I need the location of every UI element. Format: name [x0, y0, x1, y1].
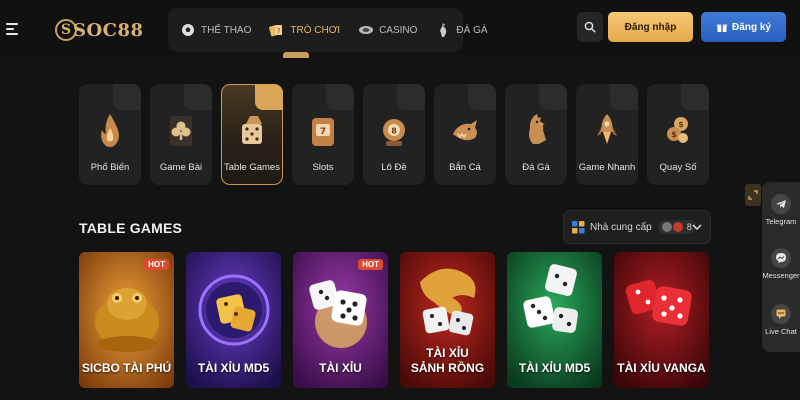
category-label: Table Games: [224, 162, 280, 173]
search-icon: [584, 21, 596, 33]
live-chat-icon: [771, 304, 791, 324]
fire-icon: [101, 114, 119, 147]
rooster-icon: [529, 114, 546, 144]
contact-side-panel: Telegram Messenger Live Chat: [762, 182, 800, 352]
casino-chip-icon: [358, 22, 374, 38]
nav-label: THỂ THAO: [201, 24, 252, 36]
game-title: SICBO TÀI PHÚ: [81, 361, 172, 375]
collapse-side-panel-button[interactable]: [745, 184, 761, 206]
cards-icon: 7: [269, 22, 285, 38]
game-card[interactable]: HOT TÀI XỈU: [293, 252, 388, 388]
provider-grid-icon: [572, 220, 585, 233]
provider-logo-dot: [672, 222, 683, 232]
provider-filter-dropdown[interactable]: Nhà cung cấp 8: [563, 210, 711, 244]
game-title: TÀI XỈU SẢNH RỒNG: [410, 346, 485, 375]
category-pho-bien[interactable]: Phổ Biến: [79, 84, 141, 185]
category-label: Phổ Biến: [90, 162, 130, 173]
category-label: Quay Số: [659, 162, 697, 173]
game-card[interactable]: TÀI XỈU MD5: [186, 252, 281, 388]
chevron-down-icon: [692, 224, 702, 231]
nav-item-tro-choi[interactable]: 7 TRÒ CHƠI: [269, 8, 341, 58]
nav-label: ĐÁ GÀ: [456, 24, 488, 36]
category-ban-ca[interactable]: Bắn Cá: [434, 84, 496, 185]
main-nav: THỂ THAO 7 TRÒ CHƠI CASINO ĐÁ GÀ: [168, 8, 488, 58]
dice-icon: [242, 116, 262, 144]
category-lo-de[interactable]: 8 Lô Đề: [363, 84, 425, 185]
game-card[interactable]: TÀI XỈU MD5: [507, 252, 602, 388]
game-title: TÀI XỈU: [319, 361, 362, 375]
hot-badge: HOT: [358, 259, 383, 270]
svg-text:$: $: [678, 120, 684, 129]
category-label: Game Bài: [159, 162, 203, 173]
provider-count: 8: [686, 222, 692, 232]
category-label: Game Nhanh: [578, 162, 636, 173]
game-title: TÀI XỈU VANGA: [617, 361, 706, 375]
game-card[interactable]: TÀI XỈU VANGA: [614, 252, 709, 388]
category-label: Bắn Cá: [449, 162, 481, 173]
slot-machine-icon: 7: [312, 118, 334, 146]
game-grid: HOT SICBO TÀI PHÚ TÀI XỈU MD5 HOT TÀI XỈ…: [79, 252, 721, 388]
category-label: Đá Gà: [522, 162, 550, 173]
collapse-arrows-icon: [748, 190, 758, 200]
messenger-icon: [771, 248, 791, 268]
soccer-ball-icon: [180, 22, 196, 38]
contact-telegram[interactable]: Telegram: [762, 194, 800, 226]
coins-icon: $$: [667, 117, 688, 143]
gift-icon: [717, 24, 728, 32]
provider-logo-dot: [661, 222, 672, 232]
game-card[interactable]: TÀI XỈU SẢNH RỒNG: [400, 252, 495, 388]
hot-badge: HOT: [144, 259, 169, 270]
category-da-ga[interactable]: Đá Gà: [505, 84, 567, 185]
category-bar: Phổ Biến Game Bài Table Games 7 Slots 8 …: [79, 84, 718, 185]
game-title: TÀI XỈU MD5: [518, 361, 591, 375]
nav-label: TRÒ CHƠI: [290, 24, 341, 36]
game-title: TÀI XỈU MD5: [197, 361, 270, 375]
category-quay-so[interactable]: $ $ Quay Số: [647, 84, 709, 185]
contact-label: Telegram: [765, 217, 797, 226]
category-game-nhanh[interactable]: Game Nhanh: [576, 84, 638, 185]
svg-text:7: 7: [277, 28, 281, 35]
rooster-icon: [435, 22, 451, 38]
telegram-icon: [771, 194, 791, 214]
category-label: Slots: [312, 162, 334, 173]
top-header: S SOC88 THỂ THAO 7 TRÒ CHƠI CASINO ĐÁ GÀ…: [0, 0, 800, 58]
nav-item-casino[interactable]: CASINO: [358, 8, 417, 52]
nav-item-the-thao[interactable]: THỂ THAO: [180, 8, 251, 52]
search-button[interactable]: [577, 12, 603, 42]
club-suit-icon: [170, 116, 192, 146]
svg-text:$: $: [671, 130, 677, 139]
brand-logo[interactable]: S SOC88: [55, 17, 144, 43]
contact-label: Live Chat: [765, 327, 797, 336]
register-button[interactable]: Đăng ký: [701, 12, 786, 42]
nav-label: CASINO: [379, 24, 418, 36]
svg-text:7: 7: [320, 127, 326, 137]
category-game-bai[interactable]: Game Bài: [150, 84, 212, 185]
provider-label: Nhà cung cấp: [590, 221, 652, 233]
contact-live-chat[interactable]: Live Chat: [762, 304, 800, 336]
shark-icon: [453, 120, 477, 141]
contact-label: Messenger: [762, 271, 800, 280]
section-title: TABLE GAMES: [79, 220, 183, 236]
svg-text:8: 8: [391, 127, 397, 136]
rocket-icon: [597, 114, 617, 144]
game-card[interactable]: HOT SICBO TÀI PHÚ: [79, 252, 174, 388]
hamburger-menu-icon[interactable]: [6, 23, 20, 37]
contact-messenger[interactable]: Messenger: [762, 248, 800, 280]
category-label: Lô Đề: [381, 162, 407, 173]
provider-logos: 8: [657, 220, 696, 234]
category-table-games[interactable]: Table Games: [221, 84, 283, 185]
category-slots[interactable]: 7 Slots: [292, 84, 354, 185]
nav-item-da-ga[interactable]: ĐÁ GÀ: [435, 8, 488, 52]
brand-name: SOC88: [73, 19, 144, 41]
lottery-ball-icon: 8: [383, 119, 405, 146]
login-button[interactable]: Đăng nhập: [608, 12, 693, 42]
register-label: Đăng ký: [732, 21, 771, 33]
